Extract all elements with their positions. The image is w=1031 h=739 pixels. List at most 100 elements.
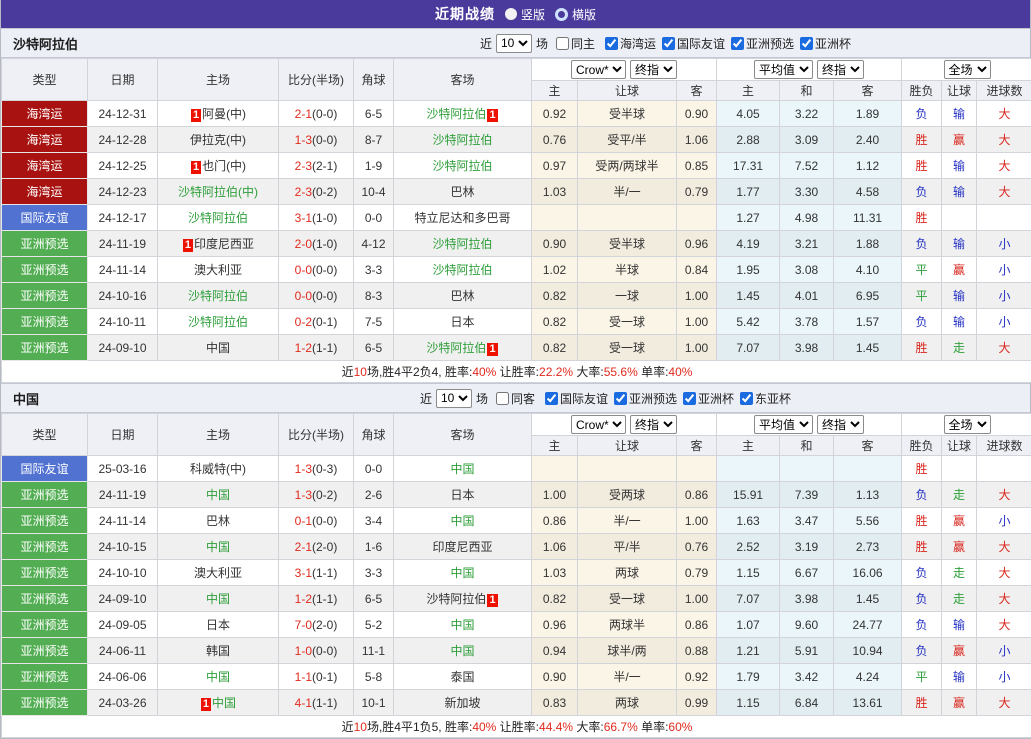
- summary-segment: 40%: [472, 365, 496, 379]
- filter-category-国际友谊[interactable]: 国际友谊: [658, 35, 725, 52]
- avg-home-odds: 5.42: [717, 309, 780, 335]
- crow-home-odds: 1.00: [532, 482, 578, 508]
- handicap-line: 一球: [578, 283, 677, 309]
- away-team-cell: 中国: [394, 560, 532, 586]
- final-index-select[interactable]: 终指: [630, 415, 677, 434]
- crow-home-odds: 0.82: [532, 283, 578, 309]
- corner-cell: 6-5: [354, 101, 394, 127]
- final-index-select-2[interactable]: 终指: [817, 415, 864, 434]
- category-checkbox[interactable]: [545, 392, 558, 405]
- crow-away-odds: 0.86: [677, 612, 717, 638]
- corner-cell: 3-3: [354, 560, 394, 586]
- category-label: 亚洲预选: [629, 390, 677, 407]
- avg-draw-odds: 4.01: [780, 283, 834, 309]
- filter-category-海湾运[interactable]: 海湾运: [601, 35, 656, 52]
- category-checkbox[interactable]: [800, 37, 813, 50]
- radio-unselected-icon[interactable]: [505, 8, 517, 20]
- goals-result: [977, 205, 1031, 231]
- col-header-avg-home: 主: [717, 81, 780, 101]
- col-header-crow-away: 客: [677, 436, 717, 456]
- category-checkbox[interactable]: [683, 392, 696, 405]
- wdl-result: 胜: [902, 335, 942, 361]
- score-cell: 2-3(0-2): [279, 179, 354, 205]
- full-time-score: 4-1: [295, 696, 312, 710]
- category-checkbox[interactable]: [731, 37, 744, 50]
- summary-segment: 大率:: [573, 365, 604, 379]
- handicap-line: 半/一: [578, 664, 677, 690]
- col-header-corner: 角球: [354, 59, 394, 101]
- wdl-result: 胜: [902, 205, 942, 231]
- match-type-badge: 亚洲预选: [2, 257, 88, 283]
- recent-count-select[interactable]: 10: [496, 34, 532, 53]
- wdl-result: 负: [902, 231, 942, 257]
- corner-cell: 5-8: [354, 664, 394, 690]
- match-date: 24-06-11: [88, 638, 158, 664]
- category-checkbox[interactable]: [614, 392, 627, 405]
- avg-draw-odds: 3.47: [780, 508, 834, 534]
- table-row: 亚洲预选 24-11-19 1印度尼西亚 2-0(1-0) 4-12 沙特阿拉伯…: [2, 231, 1031, 257]
- goals-result: 小: [977, 257, 1031, 283]
- summary-segment: 大率:: [573, 720, 604, 734]
- average-select[interactable]: 平均值: [754, 415, 813, 434]
- match-date: 24-10-15: [88, 534, 158, 560]
- team-name: 沙特阿拉伯: [432, 263, 492, 277]
- home-team-cell: 澳大利亚: [158, 560, 279, 586]
- table-body: 国际友谊 25-03-16 科威特(中) 1-3(0-3) 0-0 中国 胜 亚…: [2, 456, 1031, 716]
- bookmaker-select[interactable]: Crow*: [571, 415, 626, 434]
- wdl-result: 负: [902, 612, 942, 638]
- score-cell: 1-1(0-1): [279, 664, 354, 690]
- filter-category-亚洲预选[interactable]: 亚洲预选: [610, 390, 677, 407]
- full-game-select[interactable]: 全场: [944, 60, 991, 79]
- away-team-cell: 日本: [394, 482, 532, 508]
- category-checkbox[interactable]: [662, 37, 675, 50]
- summary-segment: 近: [342, 365, 354, 379]
- crow-home-odds: 0.90: [532, 231, 578, 257]
- full-game-select[interactable]: 全场: [944, 415, 991, 434]
- team-name: 韩国: [206, 644, 230, 658]
- filter-category-亚洲杯[interactable]: 亚洲杯: [796, 35, 851, 52]
- handicap-result: 输: [942, 101, 977, 127]
- team-name: 沙特阿拉伯: [188, 211, 248, 225]
- team-name: 印度尼西亚: [194, 237, 254, 251]
- recent-count-select[interactable]: 10: [436, 389, 472, 408]
- match-type-badge: 海湾运: [2, 101, 88, 127]
- handicap-line: 受两/两球半: [578, 153, 677, 179]
- handicap-line: 受半球: [578, 231, 677, 257]
- final-index-select[interactable]: 终指: [630, 60, 677, 79]
- team-name: 日本: [450, 315, 474, 329]
- bookmaker-select[interactable]: Crow*: [571, 60, 626, 79]
- col-header-handicap-result: 让球: [942, 81, 977, 101]
- same-venue-checkbox[interactable]: [556, 37, 569, 50]
- category-checkbox[interactable]: [740, 392, 753, 405]
- full-time-score: 1-3: [295, 488, 312, 502]
- crow-away-odds: 0.84: [677, 257, 717, 283]
- away-team-cell: 沙特阿拉伯: [394, 257, 532, 283]
- rank-badge: 1: [191, 109, 201, 122]
- radio-horizontal-layout[interactable]: 横版: [555, 6, 596, 23]
- rank-badge: 1: [487, 343, 497, 356]
- match-type-badge: 亚洲预选: [2, 664, 88, 690]
- col-header-avg-away: 客: [834, 81, 902, 101]
- recent-label: 近: [420, 390, 432, 407]
- final-index-select-2[interactable]: 终指: [817, 60, 864, 79]
- avg-away-odds: [834, 456, 902, 482]
- results-table: 类型 日期 主场 比分(半场) 角球 客场 Crow*终指 平均值终指 全场: [1, 58, 1031, 383]
- category-checkbox[interactable]: [605, 37, 618, 50]
- filter-category-东亚杯[interactable]: 东亚杯: [736, 390, 791, 407]
- filter-category-亚洲预选[interactable]: 亚洲预选: [727, 35, 794, 52]
- match-type-badge: 海湾运: [2, 153, 88, 179]
- team-name: 中国: [450, 514, 474, 528]
- filter-category-国际友谊[interactable]: 国际友谊: [541, 390, 608, 407]
- radio-vertical-layout[interactable]: 竖版: [505, 6, 545, 23]
- avg-away-odds: 1.12: [834, 153, 902, 179]
- same-venue-filter[interactable]: 同主: [552, 35, 595, 52]
- home-team-cell: 沙特阿拉伯: [158, 205, 279, 231]
- filter-category-亚洲杯[interactable]: 亚洲杯: [679, 390, 734, 407]
- same-venue-checkbox[interactable]: [496, 392, 509, 405]
- col-header-handicap: 让球: [578, 81, 677, 101]
- score-cell: 1-2(1-1): [279, 586, 354, 612]
- same-venue-filter[interactable]: 同客: [492, 390, 535, 407]
- average-select[interactable]: 平均值: [754, 60, 813, 79]
- match-date: 24-12-17: [88, 205, 158, 231]
- radio-selected-icon[interactable]: [555, 8, 568, 21]
